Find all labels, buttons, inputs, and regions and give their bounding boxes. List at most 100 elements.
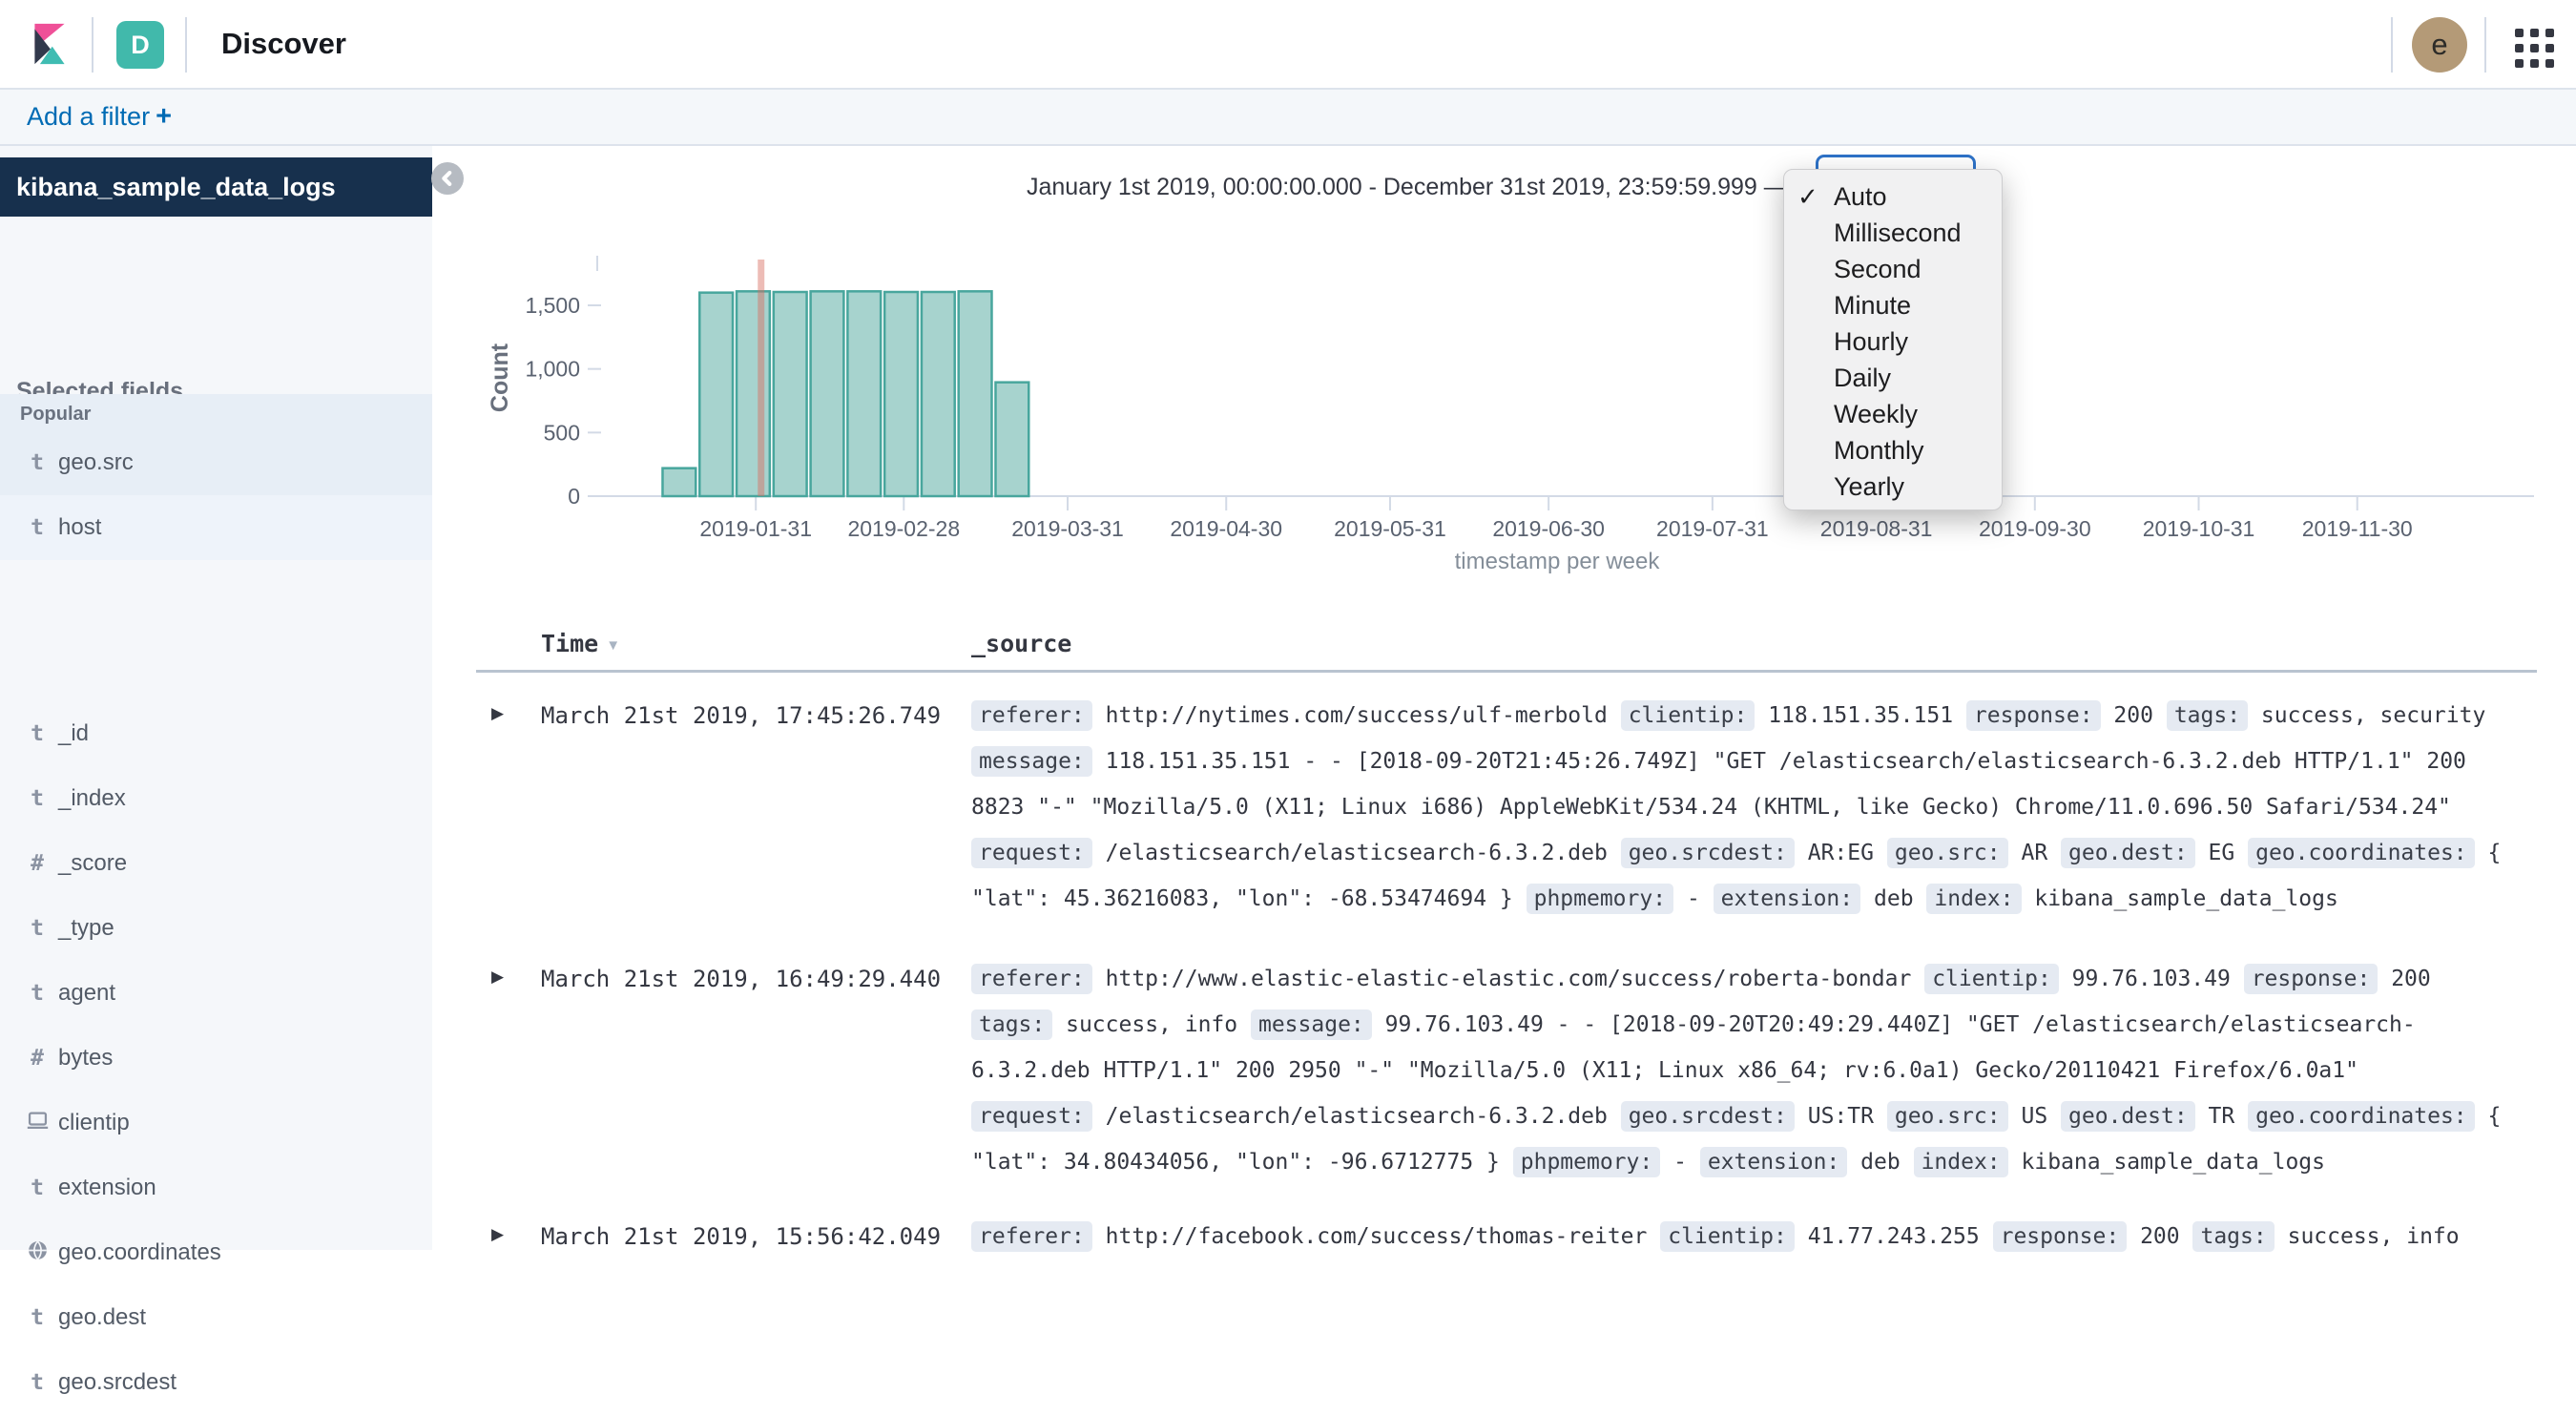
string-field-icon: t [20, 1305, 54, 1330]
source-line: referer: http://nytimes.com/success/ulf-… [971, 693, 2501, 739]
number-field-icon: # [20, 851, 54, 876]
x-tick-label: 2019-04-30 [1170, 516, 1282, 541]
field-value: 99.76.103.49 - - [2018-09-20T20:49:29.44… [1385, 1012, 2416, 1037]
histogram-bar[interactable] [737, 291, 770, 496]
histogram-bar[interactable] [847, 291, 881, 496]
field-name-badge: tags: [971, 1009, 1052, 1040]
string-field-icon: t [20, 786, 54, 811]
source-line: 8823 "-" "Mozilla/5.0 (X11; Linux i686) … [971, 784, 2501, 830]
topbar-separator [185, 17, 187, 73]
field-item-extension[interactable]: textension [0, 1155, 432, 1220]
topbar-separator [2391, 17, 2393, 73]
field-value: 118.151.35.151 [1768, 703, 1953, 728]
interval-option-minute[interactable]: Minute [1784, 287, 2002, 323]
field-item-_index[interactable]: t_index [0, 766, 432, 831]
field-item-geo.srcdest[interactable]: tgeo.srcdest [0, 1350, 432, 1415]
string-field-icon: t [20, 1176, 54, 1200]
x-tick-label: 2019-08-31 [1820, 516, 1933, 541]
field-name: geo.dest [58, 1304, 146, 1331]
interval-option-second[interactable]: Second [1784, 251, 2002, 287]
available-fields-list: t_idt_index#_scoret_typetagent#bytesclie… [0, 701, 432, 1415]
histogram-bar[interactable] [884, 292, 918, 496]
source-column-header: _source [971, 630, 1071, 657]
field-item-clientip[interactable]: clientip [0, 1091, 432, 1155]
field-name-badge: geo.srcdest: [1621, 838, 1795, 868]
field-name-badge: response: [1993, 1221, 2128, 1252]
field-value: AR [2021, 841, 2047, 865]
row-timestamp: March 21st 2019, 16:49:29.440 [541, 956, 941, 1002]
field-name: host [58, 514, 101, 541]
field-name: _score [58, 850, 127, 877]
field-value: 99.76.103.49 [2072, 967, 2231, 991]
histogram-bar[interactable] [995, 383, 1028, 496]
interval-option-hourly[interactable]: Hourly [1784, 323, 2002, 360]
field-name-badge: extension: [1714, 884, 1860, 914]
field-item-bytes[interactable]: #bytes [0, 1026, 432, 1091]
field-name-badge: index: [1914, 1147, 2008, 1177]
field-name-badge: clientip: [1621, 700, 1755, 731]
field-item-geo.src[interactable]: tgeo.src [0, 430, 432, 495]
index-pattern-selector[interactable]: kibana_sample_data_logs [0, 157, 432, 217]
histogram-bar[interactable] [662, 468, 696, 496]
field-value: deb [1860, 1150, 1901, 1175]
y-tick-label: 1,000 [525, 357, 580, 382]
histogram-bar[interactable] [811, 291, 844, 496]
expand-row-icon[interactable]: ▶ [491, 1225, 504, 1244]
histogram-bar[interactable] [699, 293, 733, 496]
app-badge[interactable]: D [116, 21, 164, 69]
field-value: - [1687, 886, 1700, 911]
collapse-sidebar-button[interactable] [431, 162, 464, 195]
field-name-badge: referer: [971, 700, 1092, 731]
interval-option-daily[interactable]: Daily [1784, 360, 2002, 396]
x-tick-label: 2019-03-31 [1011, 516, 1124, 541]
interval-option-millisecond[interactable]: Millisecond [1784, 215, 2002, 251]
histogram-bar[interactable] [959, 291, 992, 496]
field-item-geo.coordinates[interactable]: geo.coordinates [0, 1220, 432, 1285]
field-name: _index [58, 785, 126, 812]
field-name-badge: tags: [2192, 1221, 2274, 1252]
x-tick-label: 2019-07-31 [1656, 516, 1769, 541]
x-axis-label: timestamp per week [1455, 549, 1661, 574]
field-item-agent[interactable]: tagent [0, 961, 432, 1026]
histogram-bar[interactable] [774, 292, 807, 496]
interval-option-auto[interactable]: ✓Auto [1784, 178, 2002, 215]
field-value: US [2021, 1104, 2047, 1129]
field-name-badge: geo.coordinates: [2248, 1101, 2475, 1132]
x-tick-label: 2019-06-30 [1492, 516, 1605, 541]
source-line: 6.3.2.deb HTTP/1.1" 200 2950 "-" "Mozill… [971, 1048, 2501, 1093]
field-item-host[interactable]: thost [0, 495, 432, 560]
field-value: 41.77.243.255 [1808, 1224, 1980, 1249]
interval-option-monthly[interactable]: Monthly [1784, 432, 2002, 468]
field-value: /elasticsearch/elasticsearch-6.3.2.deb [1106, 1104, 1608, 1129]
apps-grid-icon[interactable] [2515, 29, 2559, 67]
field-value: { [2488, 1104, 2502, 1129]
field-item-_type[interactable]: t_type [0, 896, 432, 961]
field-item-geo.dest[interactable]: tgeo.dest [0, 1285, 432, 1350]
field-value: success, info [2288, 1224, 2460, 1249]
plus-icon: + [156, 101, 172, 132]
histogram-bar[interactable] [922, 292, 955, 496]
number-field-icon: # [20, 1046, 54, 1071]
histogram-chart: 05001,0001,5002019-01-312019-02-282019-0… [477, 229, 2538, 584]
expand-row-icon[interactable]: ▶ [491, 968, 504, 987]
field-value: "lat": 34.80434056, "lon": -96.6712775 } [971, 1150, 1500, 1175]
field-value: 200 [2113, 703, 2153, 728]
laptop-icon [25, 1108, 51, 1134]
string-field-icon: t [20, 721, 54, 746]
field-name-badge: referer: [971, 1221, 1092, 1252]
field-item-_id[interactable]: t_id [0, 701, 432, 766]
fields-sidebar: kibana_sample_data_logs Selected fields … [0, 146, 432, 1250]
field-item-_score[interactable]: #_score [0, 831, 432, 896]
time-column-header[interactable]: Time▼ [541, 630, 620, 658]
interval-option-yearly[interactable]: Yearly [1784, 468, 2002, 505]
interval-option-weekly[interactable]: Weekly [1784, 396, 2002, 432]
table-header-divider [476, 670, 2537, 673]
field-name-badge: geo.dest: [2061, 1101, 2195, 1132]
row-source: referer: http://facebook.com/success/tho… [971, 1214, 2460, 1259]
field-name: bytes [58, 1045, 113, 1072]
add-filter-button[interactable]: Add a filter+ [27, 101, 172, 133]
kibana-logo[interactable] [29, 21, 71, 72]
ip-field-icon [20, 1108, 54, 1139]
expand-row-icon[interactable]: ▶ [491, 704, 504, 723]
user-avatar[interactable]: e [2412, 17, 2467, 73]
